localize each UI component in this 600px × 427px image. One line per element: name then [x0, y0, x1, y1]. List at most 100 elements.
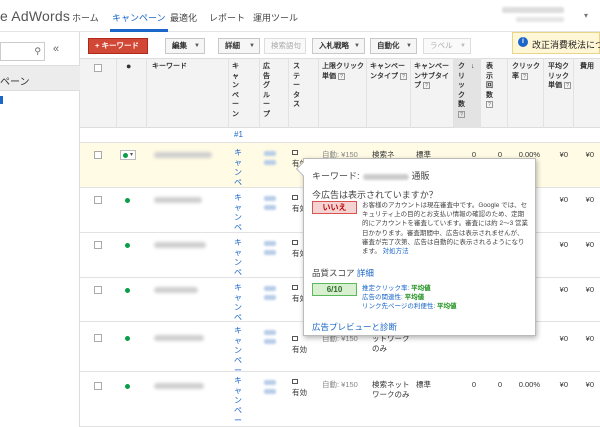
- row-checkbox[interactable]: [94, 151, 102, 159]
- account-email-blurred: [502, 7, 564, 13]
- col-adgroup[interactable]: 広告グループ: [263, 62, 273, 119]
- status-dot-icon: [125, 384, 130, 389]
- labels-button[interactable]: ラベル ▼: [423, 38, 471, 54]
- automate-button[interactable]: 自動化 ▼: [370, 38, 417, 54]
- adgroup-link-blurred[interactable]: [264, 380, 276, 398]
- status-dropdown[interactable]: ▾: [120, 150, 136, 160]
- adgroup-link-blurred[interactable]: [264, 151, 276, 169]
- chevron-down-icon: ▾: [130, 152, 134, 158]
- ad-showing-answer-badge: いいえ: [312, 201, 357, 214]
- col-impressions[interactable]: 表示回数 ?: [486, 62, 498, 110]
- sidebar-item-campaigns[interactable]: ペーン: [0, 65, 80, 91]
- edit-button[interactable]: 編集 ▼: [165, 38, 205, 54]
- help-icon[interactable]: ?: [337, 72, 345, 80]
- details-button[interactable]: 詳細 ▼: [218, 38, 260, 54]
- col-campaign-subtype-label: キャンペーンサブタイプ: [414, 63, 449, 89]
- max-cpc-value[interactable]: 自動: ¥150: [322, 380, 358, 390]
- col-keyword[interactable]: キーワード: [152, 62, 187, 72]
- add-keyword-button[interactable]: + キーワード: [88, 38, 148, 54]
- row-checkbox[interactable]: [94, 334, 102, 342]
- how-to-fix-link[interactable]: 対処方法: [383, 248, 409, 255]
- col-campaign-type[interactable]: キャンペーンタイプ ?: [370, 62, 408, 81]
- bid-strategy-button[interactable]: 入札戦略 ▼: [312, 38, 365, 54]
- keyword-text-blurred[interactable]: [154, 335, 204, 341]
- ad-preview-diagnosis-link[interactable]: 広告プレビューと診断: [312, 321, 397, 333]
- comment-icon[interactable]: [292, 285, 298, 290]
- impressions-value: 0: [497, 380, 502, 389]
- left-panel: ⚲ « ペーン: [0, 32, 80, 427]
- adgroup-link-blurred[interactable]: [264, 286, 276, 304]
- cost-value: ¥0: [585, 240, 594, 249]
- keyword-text-blurred[interactable]: [154, 287, 198, 293]
- adgroup-link-blurred[interactable]: [264, 196, 276, 214]
- table-row[interactable]: キャンペーン#1 有効 自動: ¥150 検索ネットワークのみ 標準 0 0 0…: [80, 372, 600, 427]
- help-icon[interactable]: ?: [563, 82, 571, 89]
- comment-icon[interactable]: [292, 379, 298, 384]
- row-checkbox[interactable]: [94, 286, 102, 294]
- popup-keyword-blurred: [362, 173, 409, 180]
- avg-cpc-value: ¥0: [559, 240, 568, 249]
- collapse-panel-icon[interactable]: «: [53, 43, 59, 55]
- left-search-input[interactable]: ⚲: [0, 42, 45, 61]
- keyword-text-blurred[interactable]: [154, 152, 212, 158]
- adgroup-link-blurred[interactable]: [264, 330, 276, 348]
- col-campaign[interactable]: キャンペーン: [232, 62, 242, 119]
- status-cell: [292, 238, 299, 247]
- labels-label: ラベル: [430, 41, 453, 50]
- popup-keyword-suffix: 通販: [411, 171, 430, 181]
- col-avg-cpc[interactable]: 平均クリック単価 ?: [548, 62, 572, 91]
- campaign-link[interactable]: #1: [234, 130, 246, 140]
- help-icon[interactable]: ?: [520, 72, 528, 80]
- help-icon[interactable]: ?: [458, 110, 465, 118]
- keyword-text-blurred[interactable]: [154, 242, 206, 248]
- col-clicks[interactable]: クリック数 ?: [458, 62, 470, 119]
- clicks-value: 0: [471, 380, 476, 389]
- keyword-text-blurred[interactable]: [154, 383, 204, 389]
- notice-banner[interactable]: i 改正消費税法につい: [512, 32, 600, 54]
- col-cost[interactable]: 費用: [580, 62, 594, 72]
- row-checkbox[interactable]: [94, 382, 102, 390]
- sidebar-item-label: ペーン: [0, 77, 30, 88]
- table-row[interactable]: #1: [80, 128, 600, 143]
- adgroup-link-blurred[interactable]: [264, 241, 276, 259]
- tab-tools[interactable]: 運用ツール: [253, 11, 298, 24]
- col-status[interactable]: ステータス: [293, 62, 303, 110]
- account-switcher[interactable]: ▾: [497, 5, 592, 27]
- status-text: 有効: [292, 345, 307, 354]
- automate-label: 自動化: [377, 41, 400, 50]
- status-dot-icon: [125, 198, 130, 203]
- comment-icon[interactable]: [292, 150, 298, 155]
- select-all-checkbox[interactable]: [94, 64, 102, 72]
- keyword-text-blurred[interactable]: [154, 197, 202, 203]
- top-navigation: e AdWords ホーム キャンペーン 最適化 レポート 運用ツール ▾: [0, 0, 600, 32]
- quality-score-label: 品質スコア 詳細: [312, 267, 374, 279]
- tab-reports[interactable]: レポート: [209, 11, 245, 24]
- help-icon[interactable]: ?: [422, 82, 430, 89]
- avg-cpc-value: ¥0: [559, 150, 568, 159]
- help-icon[interactable]: ?: [486, 101, 493, 108]
- comment-icon[interactable]: [292, 336, 298, 341]
- col-campaign-subtype[interactable]: キャンペーンサブタイプ ?: [414, 62, 452, 91]
- landing-page-label: リンク先ページの利便性:: [362, 303, 436, 310]
- row-checkbox[interactable]: [94, 241, 102, 249]
- status-cell: [292, 283, 299, 292]
- status-cell: [292, 377, 299, 386]
- tab-campaigns[interactable]: キャンペーン: [110, 11, 168, 32]
- campaign-link[interactable]: キャンペーン#1: [234, 376, 246, 427]
- comment-icon[interactable]: [292, 240, 298, 245]
- col-max-cpc[interactable]: 上限クリック単価 ?: [322, 62, 364, 81]
- quality-score-details-link[interactable]: 詳細: [357, 268, 374, 278]
- col-ctr[interactable]: クリック率 ?: [512, 62, 542, 81]
- help-icon[interactable]: ?: [399, 72, 407, 80]
- comment-icon[interactable]: [292, 195, 298, 200]
- status-text: 有効: [292, 388, 307, 397]
- tab-optimize[interactable]: 最適化: [170, 11, 197, 24]
- landing-page-row: リンク先ページの利便性: 平均値: [362, 300, 457, 310]
- review-explanation: お客様のアカウントは現在審査中です。Google では、セキュリティ上の目的とお…: [362, 201, 530, 256]
- cost-value: ¥0: [585, 380, 594, 389]
- adwords-logo[interactable]: e AdWords: [0, 8, 70, 24]
- row-checkbox[interactable]: [94, 196, 102, 204]
- col-impressions-label: 表示回数: [486, 63, 493, 99]
- search-terms-button[interactable]: 検索語句: [264, 38, 306, 54]
- tab-home[interactable]: ホーム: [72, 11, 99, 24]
